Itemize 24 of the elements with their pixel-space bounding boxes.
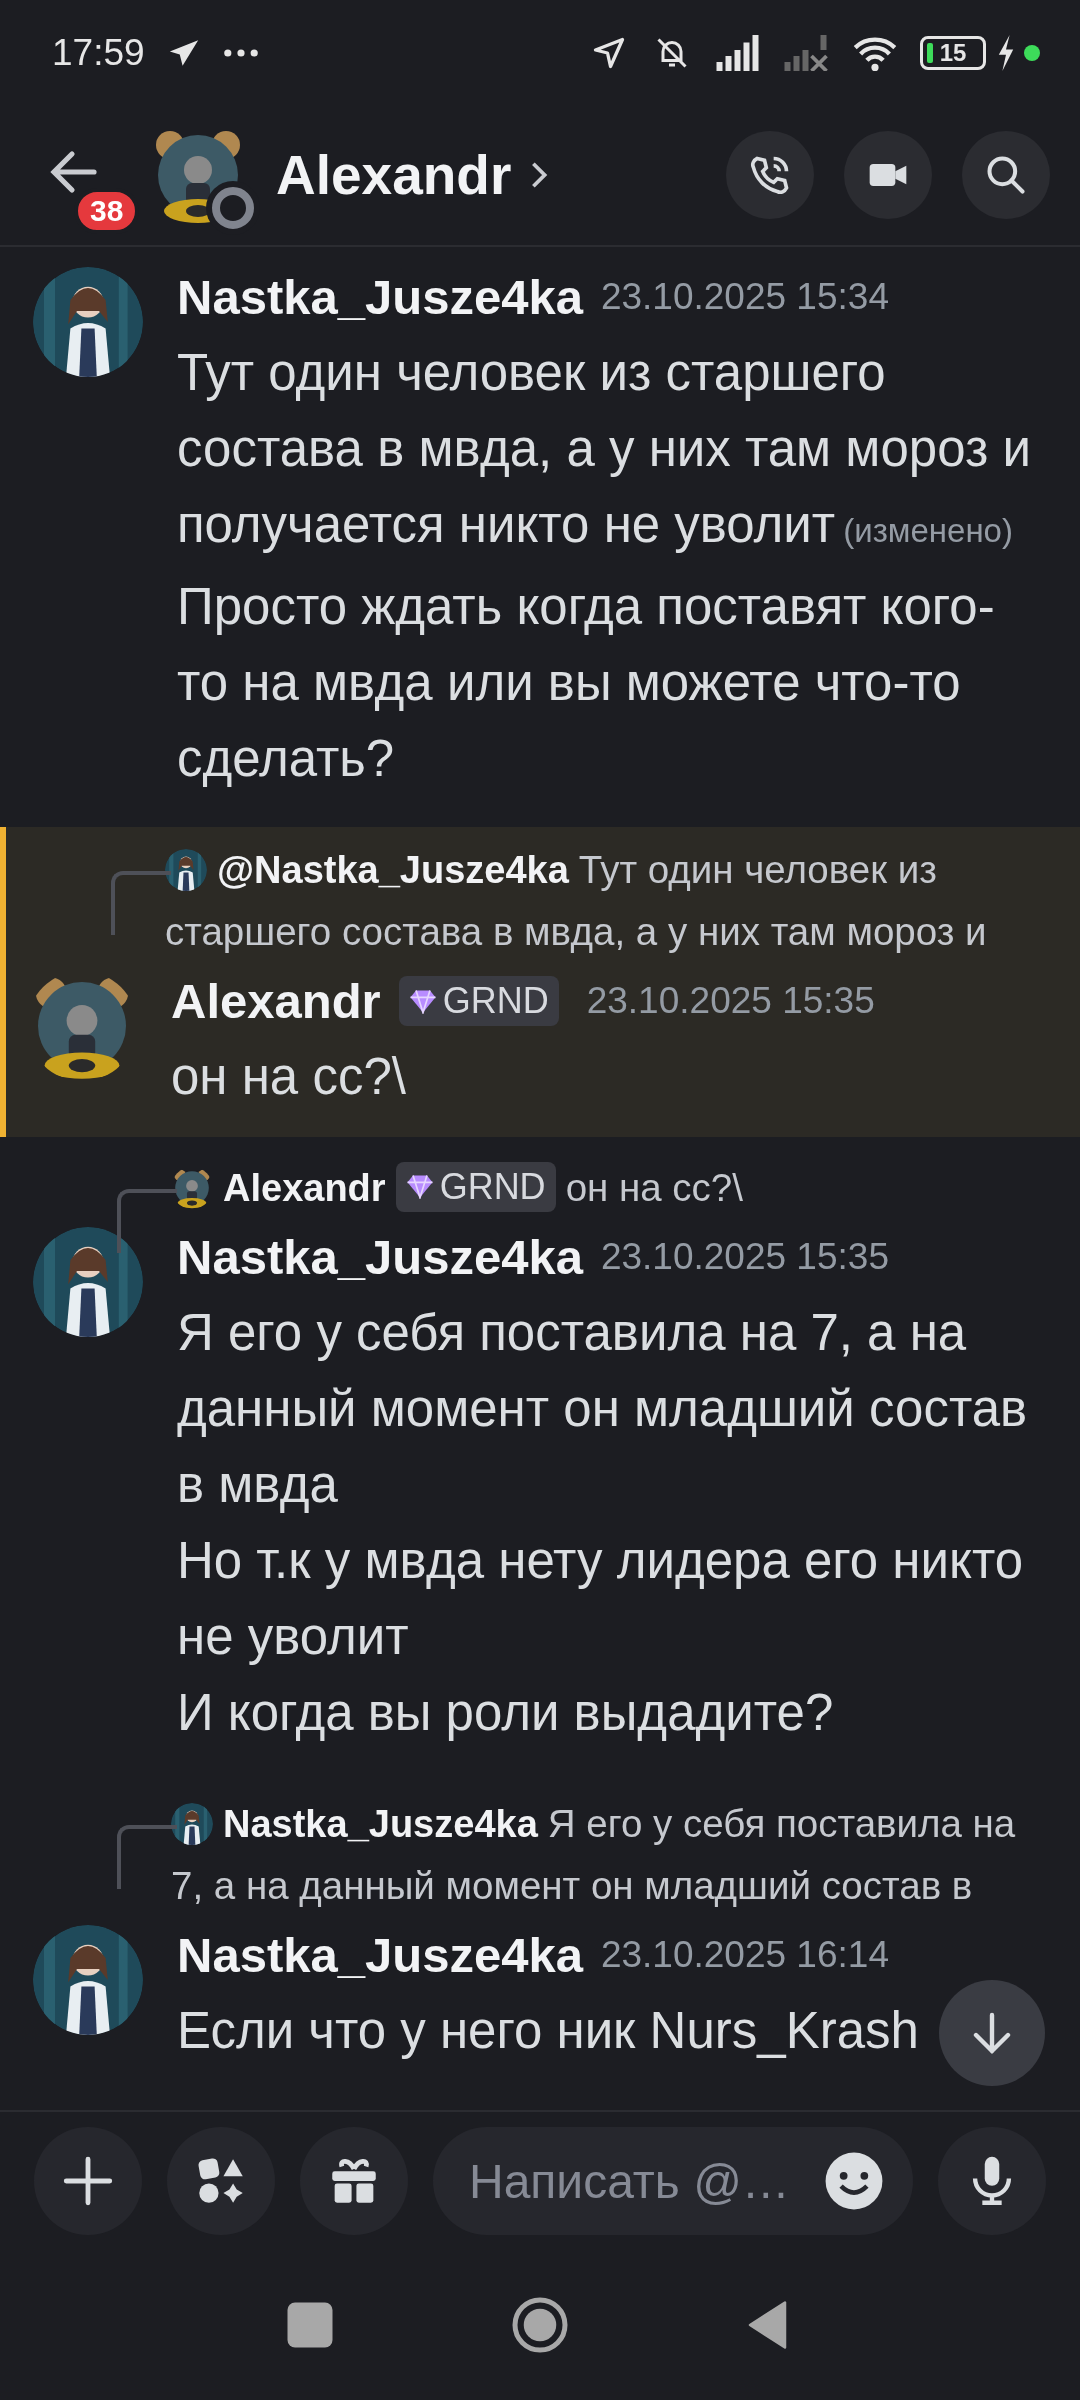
guild-tag: GRND	[395, 1161, 556, 1212]
message-text: Просто ждать когда поставят кого-то на мвда или вы можете что-то сделать?	[177, 577, 996, 789]
message-timestamp: 23.10.2025 15:34	[600, 276, 889, 318]
reply-preview[interactable]: @Nastka_Jusze4ka Тут один человек из старшего состава в мвда, а у них там мороз и	[165, 839, 1045, 963]
message-timestamp: 23.10.2025 15:35	[586, 980, 875, 1022]
reply-preview[interactable]: Alexandr GRND он на сс?\	[171, 1157, 1051, 1219]
message-author[interactable]: Nastka_Jusze4ka	[177, 1229, 583, 1285]
reply-preview[interactable]: Nastka_Jusze4ka Я его у себя поставила на 7, а на данный момент он младший состав в	[171, 1793, 1051, 1917]
message-author[interactable]: Nastka_Jusze4ka	[177, 269, 583, 325]
message-text: Тут один человек из старшего состава в мвда, а у них там мороз и получается никто не уволит(изменено)	[177, 343, 1032, 555]
message-text: И когда вы роли выдадите?	[177, 1683, 834, 1743]
message-timestamp: 23.10.2025 16:14	[600, 1934, 889, 1976]
message-input[interactable]: Написать @…	[433, 2127, 913, 2235]
message-text: Если что у него ник Nurs_Krash	[177, 2001, 919, 2061]
message-author[interactable]: Nastka_Jusze4ka	[177, 1927, 583, 1983]
guild-tag: GRND	[398, 976, 559, 1026]
message-timestamp: 23.10.2025 15:35	[600, 1236, 889, 1278]
status-time: 17:59	[52, 31, 145, 74]
message-text: он на сс?\	[171, 1047, 406, 1107]
chat-title[interactable]: Alexandr	[276, 143, 512, 207]
battery-icon: 15	[920, 35, 986, 70]
message-text: Но т.к у мвда нету лидера его никто не уволит	[177, 1531, 1025, 1667]
message-text: Я его у себя поставила на 7, а на данный момент он младший состав в мвда	[177, 1303, 1029, 1515]
message-author[interactable]: Alexandr	[171, 973, 381, 1029]
